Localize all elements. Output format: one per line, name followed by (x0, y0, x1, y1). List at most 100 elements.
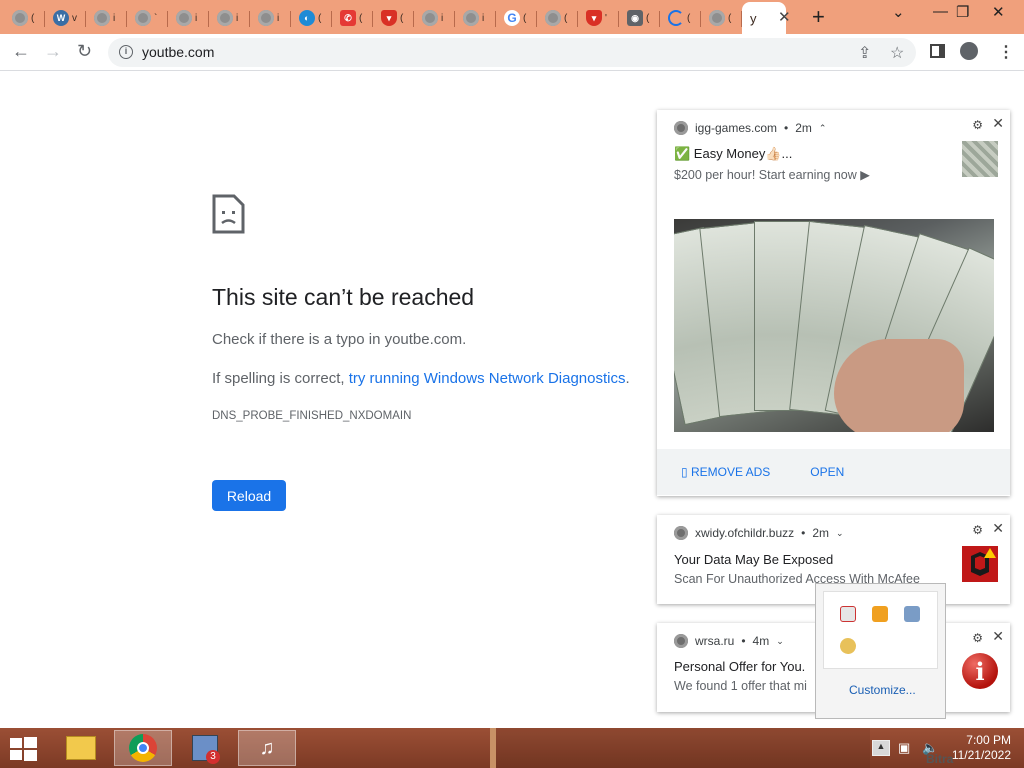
open-button[interactable]: OPEN (810, 465, 844, 479)
notification-age: 4m (752, 634, 770, 648)
side-panel-icon[interactable] (930, 44, 945, 58)
shield-icon: ▾ (586, 10, 602, 26)
tab[interactable]: ▾( (373, 2, 414, 34)
reload-toolbar-button[interactable]: ↻ (77, 41, 92, 62)
tab[interactable]: ( (4, 2, 45, 34)
tab[interactable]: G( (496, 2, 537, 34)
chevron-up-icon[interactable]: ⌃ (819, 123, 827, 134)
notification-header: wrsa.ru • 4m ⌄ (674, 634, 784, 648)
forward-button[interactable]: → (44, 41, 62, 62)
share-icon[interactable]: ⇪ (858, 43, 871, 63)
chrome-taskbar-button[interactable] (114, 730, 172, 766)
globe-icon (545, 10, 561, 26)
fox-app-icon[interactable] (872, 606, 888, 622)
globe-icon (217, 10, 233, 26)
restore-button[interactable]: ❐ (956, 3, 969, 21)
address-bar[interactable]: i youtbe.com ⇪ ☆ (108, 38, 916, 67)
tab[interactable]: i (414, 2, 455, 34)
back-button[interactable]: ← (12, 41, 30, 62)
tab[interactable]: ` (127, 2, 168, 34)
clock-time: 7:00 PM (966, 733, 1011, 747)
notification-age: 2m (795, 121, 812, 135)
tab-title: i (236, 12, 239, 24)
separator-dot: • (741, 634, 746, 648)
chevron-down-icon[interactable]: ⌄ (836, 528, 844, 539)
tab-search-chevron-icon[interactable]: ⌄ (892, 3, 905, 21)
close-icon[interactable]: ✕ (992, 628, 1004, 645)
chrome-icon (674, 121, 688, 135)
pill-icon[interactable] (836, 634, 860, 658)
notification-card[interactable]: igg-games.com • 2m ⌃ ⚙ ✕ ✅ Easy Money👍🏻.… (657, 110, 1010, 496)
tab-title: i (195, 12, 198, 24)
close-window-button[interactable]: ✕ (992, 3, 1005, 21)
money-image (674, 219, 994, 432)
tab[interactable]: i (455, 2, 496, 34)
tab[interactable]: ( (660, 2, 701, 34)
chevron-down-icon[interactable]: ⌄ (776, 636, 784, 647)
new-tab-button[interactable]: + (812, 4, 825, 30)
show-hidden-icons-button[interactable]: ▲ (872, 740, 890, 756)
tab-title: ( (646, 12, 650, 24)
globe-icon (135, 10, 151, 26)
network-app-button[interactable]: 3 (176, 730, 234, 766)
settings-gear-icon[interactable]: ⚙ (972, 118, 983, 132)
globe-icon (709, 10, 725, 26)
close-icon[interactable]: ✕ (992, 115, 1004, 132)
tab[interactable]: i (209, 2, 250, 34)
error-code: DNS_PROBE_FINISHED_NXDOMAIN (212, 410, 412, 422)
reload-button[interactable]: Reload (212, 480, 286, 511)
diagnostics-link[interactable]: try running Windows Network Diagnostics (349, 370, 626, 387)
error-hint: Check if there is a typo in youtbe.com. (212, 331, 467, 348)
network-monitor-icon[interactable] (904, 606, 920, 622)
notification-site: xwidy.ofchildr.buzz (695, 526, 795, 540)
tab[interactable]: ( (537, 2, 578, 34)
tab[interactable]: ( (701, 2, 742, 34)
menu-kebab-icon[interactable]: ⋮ (998, 42, 1014, 62)
clock[interactable]: 7:00 PM 11/21/2022 (952, 733, 1011, 763)
close-tab-icon[interactable]: ✕ (778, 8, 791, 26)
network-icon[interactable]: ▣ (898, 740, 910, 756)
toolbar: ← → ↻ i youtbe.com ⇪ ☆ (0, 34, 1024, 71)
security-flag-icon[interactable] (840, 606, 856, 622)
tab[interactable]: i (86, 2, 127, 34)
settings-gear-icon[interactable]: ⚙ (972, 523, 983, 537)
globe-icon (258, 10, 274, 26)
tab[interactable]: ◉( (619, 2, 660, 34)
windows-start-icon[interactable] (10, 737, 37, 761)
separator-dot: • (784, 121, 789, 135)
background-window (490, 728, 870, 768)
notification-actions: ▯ REMOVE ADS OPEN (657, 449, 1010, 495)
tab-list: ( Wv i ` i i i ◐( ✆( ▾( i i G( ( ▾ ' ◉( (… (4, 2, 786, 34)
tab[interactable]: i (168, 2, 209, 34)
tab[interactable]: ✆( (332, 2, 373, 34)
tab-title: i (277, 12, 280, 24)
bookmark-star-icon[interactable]: ☆ (890, 43, 904, 63)
profile-avatar-icon[interactable] (960, 42, 978, 60)
remove-ads-button[interactable]: ▯ REMOVE ADS (681, 465, 770, 479)
tab[interactable]: i (250, 2, 291, 34)
tab[interactable]: ▾ ' (578, 2, 619, 34)
error-suggestion: If spelling is correct, try running Wind… (212, 370, 630, 387)
media-app-button[interactable]: ♫ (238, 730, 296, 766)
tab-title: ( (359, 12, 363, 24)
music-pill-icon: ♫ (259, 736, 275, 759)
minimize-button[interactable]: — (933, 3, 948, 20)
globe-icon (12, 10, 28, 26)
tab[interactable]: Wv (45, 2, 86, 34)
tab-title: i (482, 12, 485, 24)
mcafee-logo-icon (962, 546, 998, 582)
tab-title: ' (605, 12, 607, 24)
url-text[interactable]: youtbe.com (142, 44, 214, 60)
tab-strip: ( Wv i ` i i i ◐( ✆( ▾( i i G( ( ▾ ' ◉( (… (0, 0, 1024, 34)
tray-overflow-popup: Customize... (815, 583, 946, 719)
settings-gear-icon[interactable]: ⚙ (972, 631, 983, 645)
money-thumbnail (962, 141, 998, 177)
tray-icon-grid (823, 591, 938, 669)
file-explorer-button[interactable] (52, 730, 110, 766)
customize-link[interactable]: Customize... (849, 683, 916, 697)
chrome-icon (674, 526, 688, 540)
close-icon[interactable]: ✕ (992, 520, 1004, 537)
site-info-icon[interactable]: i (119, 45, 133, 59)
tab[interactable]: ◐( (291, 2, 332, 34)
notification-site: igg-games.com (695, 121, 778, 135)
